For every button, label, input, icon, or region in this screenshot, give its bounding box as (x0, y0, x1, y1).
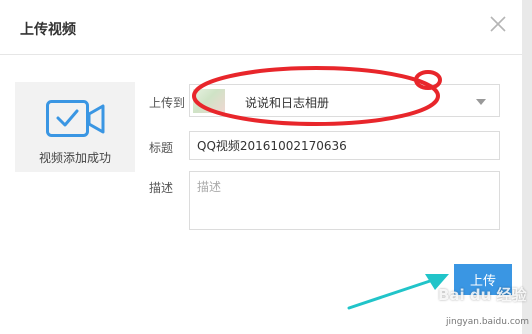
title-input[interactable] (189, 131, 500, 160)
album-select[interactable]: 说说和日志相册 (189, 84, 500, 117)
chevron-down-icon (476, 99, 486, 105)
dialog-header: 上传视频 (0, 0, 522, 55)
video-preview: 视频添加成功 (15, 82, 135, 172)
description-label: 描述 (149, 181, 174, 195)
upload-to-label: 上传到 (149, 96, 186, 110)
watermark-logo: Bai du 经验 (438, 286, 527, 304)
title-label: 标题 (149, 141, 174, 155)
dialog-title: 上传视频 (20, 22, 76, 38)
upload-video-dialog: 上传视频 视频添加成功 上传到 说说和日志相册 标题 描述 (0, 0, 532, 334)
album-thumbnail (193, 89, 225, 113)
video-camera-check-icon (46, 100, 106, 138)
close-icon[interactable] (488, 14, 508, 34)
description-textarea[interactable] (189, 171, 500, 230)
watermark-url: jingyan.baidu.com (446, 317, 530, 327)
album-select-value: 说说和日志相册 (245, 96, 330, 110)
upload-success-text: 视频添加成功 (38, 151, 111, 165)
